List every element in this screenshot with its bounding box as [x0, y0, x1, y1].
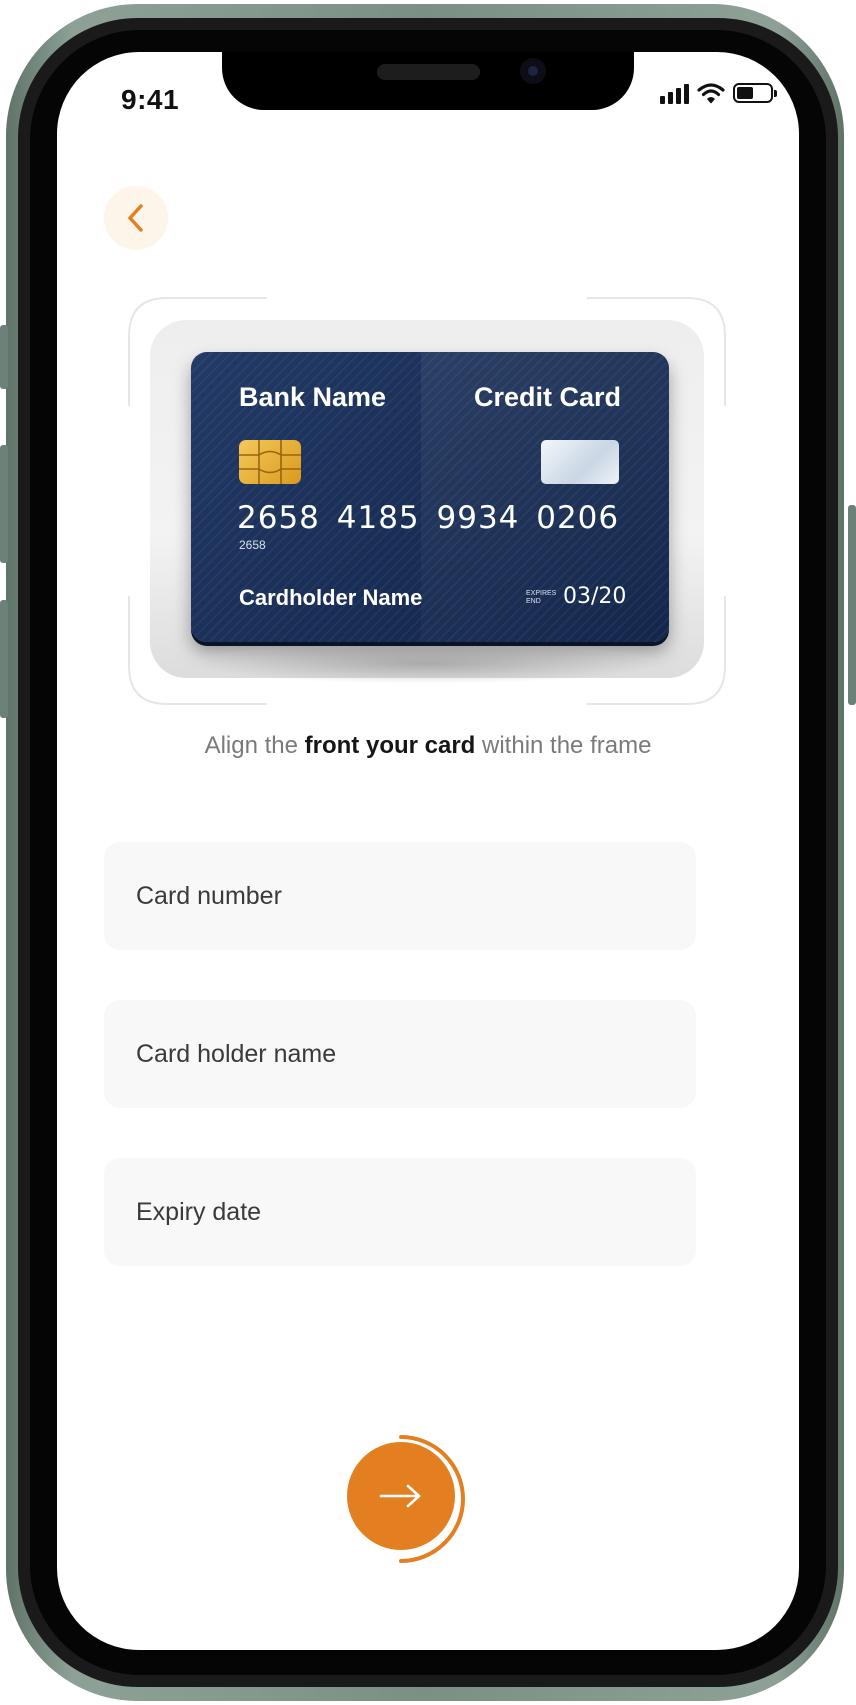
card-bank-name: Bank Name: [239, 382, 387, 412]
card-number-field[interactable]: [104, 842, 696, 950]
card-holder-field[interactable]: [104, 1000, 696, 1108]
card-holder-input[interactable]: [134, 1038, 696, 1070]
credit-card-preview: Bank Name Credit Card 2658 4185 9934 020…: [191, 352, 669, 642]
expiry-date-input[interactable]: [134, 1196, 696, 1228]
card-expiry-display: 03/20: [563, 584, 627, 609]
cellular-signal-icon: [660, 82, 689, 104]
hologram-icon: [541, 440, 619, 484]
side-button-volume-up: [0, 445, 8, 563]
chip-icon: [239, 440, 301, 484]
card-number-small: 2658: [239, 538, 266, 552]
front-camera: [520, 58, 546, 84]
arrow-right-icon: [379, 1484, 421, 1508]
screen: 9:41 Bank Name Credit Card 2658 4185 993…: [57, 52, 799, 1650]
side-button-power: [848, 505, 856, 705]
card-number-input[interactable]: [134, 880, 696, 912]
back-button[interactable]: [104, 186, 168, 250]
chevron-left-icon: [128, 204, 143, 232]
card-type-label: Credit Card: [473, 382, 621, 412]
speaker-grille: [377, 64, 480, 80]
instruction-prefix: Align the: [204, 732, 305, 759]
card-number-display: 2658 4185 9934 0206: [237, 500, 620, 536]
expiry-date-field[interactable]: [104, 1158, 696, 1266]
instruction-emphasis: front your card: [304, 732, 476, 759]
battery-icon: [733, 83, 777, 103]
status-time: 9:41: [121, 84, 180, 115]
wifi-icon: [697, 83, 725, 104]
notch: [222, 52, 634, 110]
align-instruction: Align the front your card within the fra…: [57, 732, 799, 760]
card-expires-label: EXPIRES END: [526, 590, 557, 605]
status-icons: [660, 82, 777, 104]
instruction-suffix: within the frame: [475, 732, 652, 759]
next-button[interactable]: [347, 1442, 455, 1550]
card-holder-display: Cardholder Name: [239, 585, 423, 610]
card-shadow: [197, 644, 657, 684]
side-button-mute: [0, 325, 8, 389]
side-button-volume-down: [0, 600, 8, 718]
